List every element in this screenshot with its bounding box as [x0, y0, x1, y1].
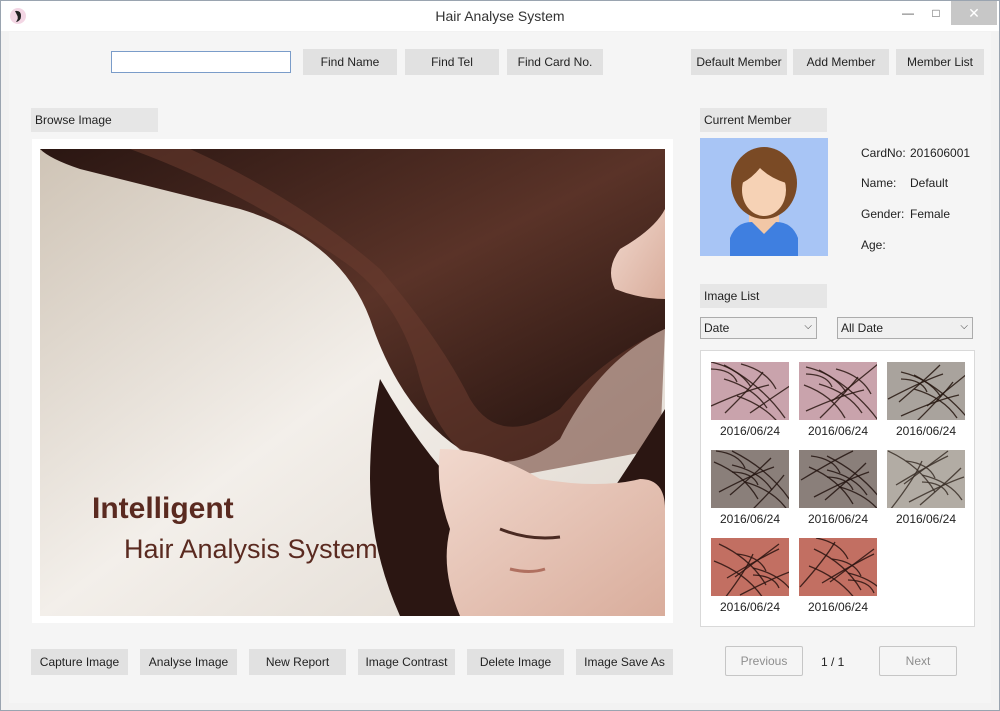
- browse-image: Intelligent Hair Analysis System: [40, 149, 665, 616]
- chevron-down-icon: ⌵: [960, 321, 968, 332]
- image-list-item[interactable]: 2016/06/24: [706, 450, 794, 530]
- previous-page-button[interactable]: Previous: [725, 646, 803, 676]
- image-date: 2016/06/24: [719, 512, 781, 526]
- image-list: 2016/06/24 2016/06/24 2016/06/24 2016/06/24…: [700, 350, 975, 627]
- filter-date-value: All Date: [841, 321, 884, 335]
- age-label: Age:: [861, 238, 886, 252]
- find-name-button[interactable]: Find Name: [303, 49, 397, 75]
- image-date: 2016/06/24: [807, 512, 869, 526]
- app-window: Hair Analyse System — □ ✕ Find Name Find…: [0, 0, 1000, 711]
- gender-label: Gender:: [861, 207, 905, 221]
- image-list-item[interactable]: 2016/06/24: [882, 362, 970, 442]
- find-tel-button[interactable]: Find Tel: [405, 49, 499, 75]
- image-date: 2016/06/24: [807, 424, 869, 438]
- image-list-label: Image List: [700, 284, 827, 308]
- add-member-button[interactable]: Add Member: [793, 49, 889, 75]
- card-label: CardNo:: [861, 146, 906, 160]
- image-list-item[interactable]: 2016/06/24: [706, 362, 794, 442]
- image-thumbnail: [711, 362, 789, 420]
- name-value: Default: [910, 176, 949, 190]
- delete-image-button[interactable]: Delete Image: [467, 649, 564, 675]
- browse-image-frame: Intelligent Hair Analysis System: [32, 139, 673, 623]
- image-thumbnail: [799, 362, 877, 420]
- gender-value: Female: [910, 207, 951, 221]
- window-title: Hair Analyse System: [435, 8, 565, 24]
- minimize-button[interactable]: —: [895, 1, 921, 25]
- title-bar: Hair Analyse System — □ ✕: [1, 1, 999, 31]
- image-list-item[interactable]: 2016/06/24: [794, 538, 882, 618]
- current-member-label: Current Member: [700, 108, 827, 132]
- default-member-button[interactable]: Default Member: [691, 49, 787, 75]
- card-value: 201606001: [910, 146, 971, 160]
- image-save-as-button[interactable]: Image Save As: [576, 649, 673, 675]
- image-list-item[interactable]: 2016/06/24: [794, 450, 882, 530]
- image-contrast-button[interactable]: Image Contrast: [358, 649, 455, 675]
- main-panel: Find Name Find Tel Find Card No. Default…: [9, 32, 991, 703]
- image-thumbnail: [887, 450, 965, 508]
- filter-type-select[interactable]: Date ⌵: [700, 317, 817, 339]
- next-page-button[interactable]: Next: [879, 646, 957, 676]
- close-button[interactable]: ✕: [951, 1, 997, 25]
- browse-image-label: Browse Image: [31, 108, 158, 132]
- image-date: 2016/06/24: [807, 600, 869, 614]
- filter-date-select[interactable]: All Date ⌵: [837, 317, 973, 339]
- analyse-image-button[interactable]: Analyse Image: [140, 649, 237, 675]
- member-avatar: [700, 138, 828, 256]
- image-list-item[interactable]: 2016/06/24: [882, 450, 970, 530]
- image-list-item[interactable]: 2016/06/24: [794, 362, 882, 442]
- image-thumbnail: [799, 538, 877, 596]
- avatar-person-icon: [730, 147, 798, 256]
- chevron-down-icon: ⌵: [804, 321, 812, 332]
- image-date: 2016/06/24: [719, 600, 781, 614]
- image-list-item[interactable]: 2016/06/24: [706, 538, 794, 618]
- page-indicator: 1 / 1: [821, 655, 845, 669]
- image-date: 2016/06/24: [895, 512, 957, 526]
- promo-title: Intelligent: [92, 492, 234, 525]
- image-date: 2016/06/24: [895, 424, 957, 438]
- image-thumbnail: [887, 362, 965, 420]
- capture-image-button[interactable]: Capture Image: [31, 649, 128, 675]
- search-input[interactable]: [111, 51, 291, 73]
- image-date: 2016/06/24: [719, 424, 781, 438]
- image-thumbnail: [799, 450, 877, 508]
- maximize-button[interactable]: □: [923, 1, 949, 25]
- image-thumbnail: [711, 538, 789, 596]
- filter-type-value: Date: [704, 321, 730, 335]
- name-label: Name:: [861, 176, 897, 190]
- member-list-button[interactable]: Member List: [896, 49, 984, 75]
- find-card-button[interactable]: Find Card No.: [507, 49, 603, 75]
- promo-subtitle: Hair Analysis System: [124, 534, 378, 564]
- new-report-button[interactable]: New Report: [249, 649, 346, 675]
- image-thumbnail: [711, 450, 789, 508]
